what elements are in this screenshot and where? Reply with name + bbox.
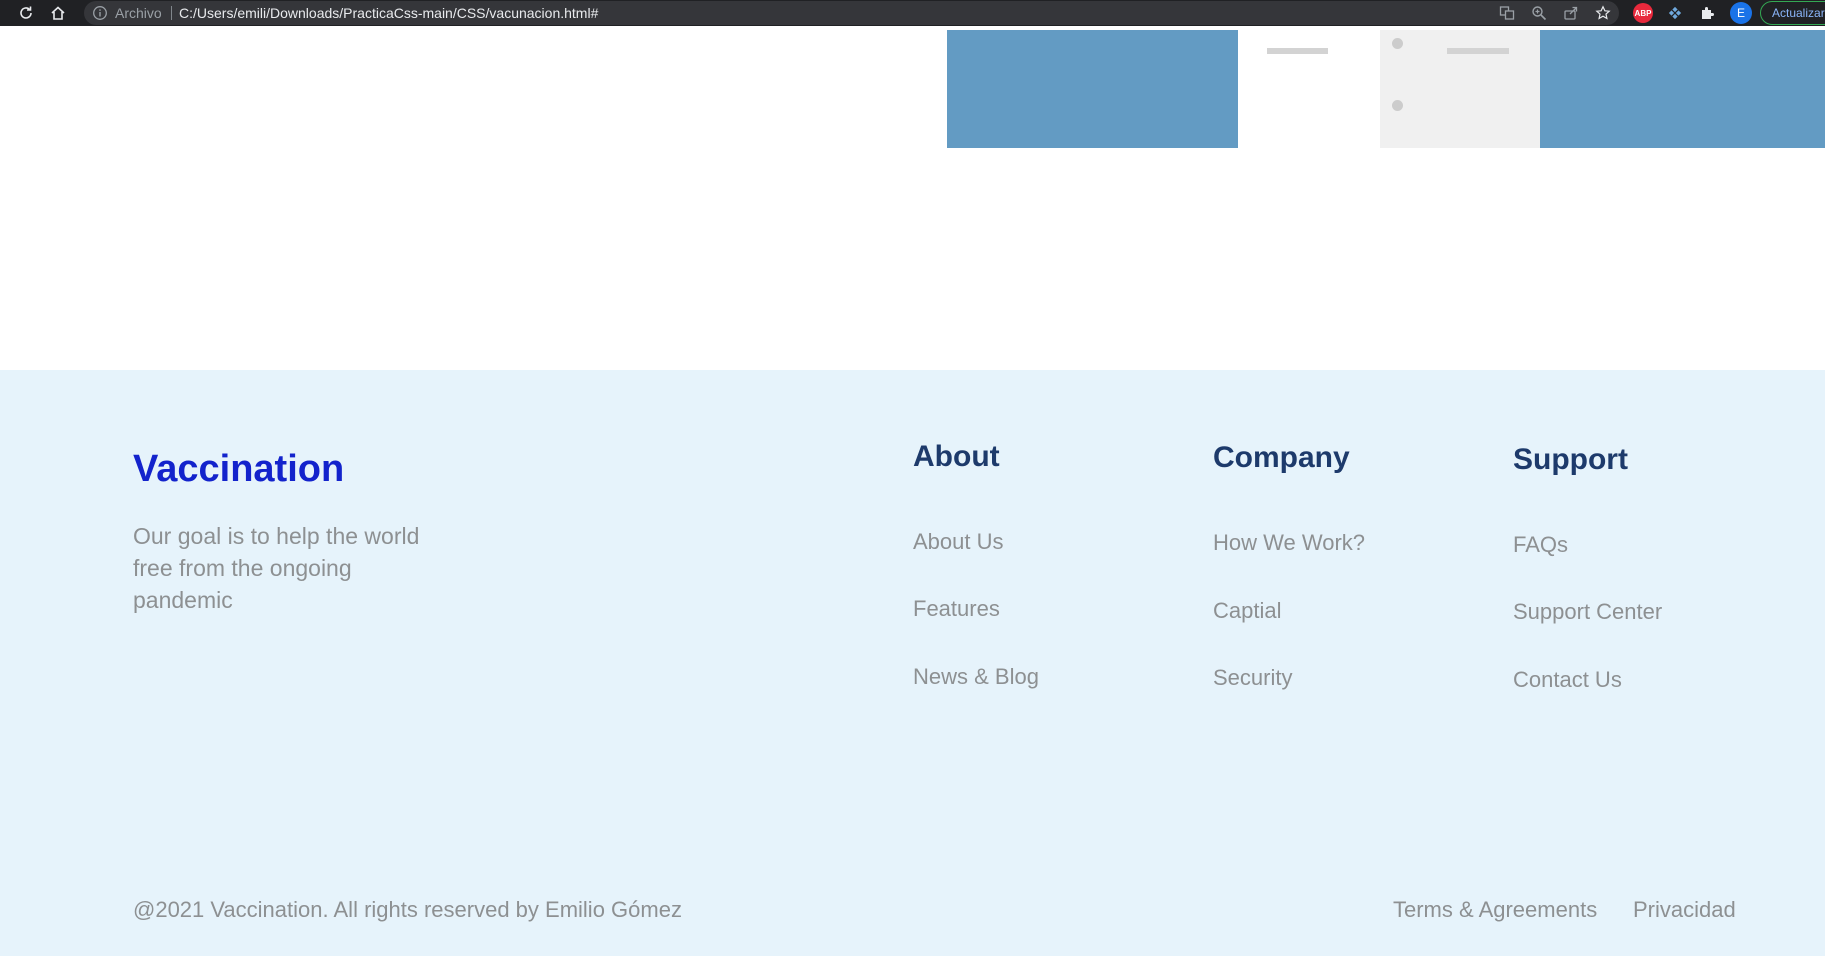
site-info-icon[interactable] (92, 5, 108, 21)
illustration-text-line (1447, 48, 1509, 54)
footer-heading-support: Support (1513, 443, 1628, 476)
footer-link-captial[interactable]: Captial (1213, 598, 1281, 624)
scheme-label: Archivo (115, 5, 162, 21)
update-button[interactable]: Actualizar (1760, 1, 1825, 25)
share-icon[interactable] (1562, 4, 1580, 22)
footer-link-security[interactable]: Security (1213, 665, 1292, 691)
footer-heading-company: Company (1213, 441, 1350, 474)
adblock-extension-icon[interactable]: ABP (1633, 3, 1653, 23)
url-text[interactable]: C:/Users/emili/Downloads/PracticaCss-mai… (179, 4, 598, 22)
reload-icon[interactable] (14, 2, 38, 24)
omnibox-divider (171, 6, 172, 20)
footer-link-how-we-work[interactable]: How We Work? (1213, 530, 1365, 556)
extensions-puzzle-icon[interactable] (1697, 3, 1717, 23)
footer-link-faqs[interactable]: FAQs (1513, 532, 1568, 558)
footer-link-support-center[interactable]: Support Center (1513, 599, 1662, 625)
illustration-blue-panel-left (947, 30, 1238, 148)
footer-heading-about: About (913, 440, 1000, 473)
page: Archivo C:/Users/emili/Downloads/Practic… (0, 0, 1825, 956)
footer-tagline: Our goal is to help the world free from … (133, 523, 420, 613)
bookmark-star-icon[interactable] (1594, 4, 1612, 22)
illustration-text-line (1267, 48, 1328, 54)
footer-link-contact-us[interactable]: Contact Us (1513, 667, 1622, 693)
home-icon[interactable] (46, 2, 70, 24)
illustration-dot (1392, 100, 1403, 111)
translate-icon[interactable] (1498, 4, 1516, 22)
profile-avatar[interactable]: E (1730, 2, 1752, 24)
footer-link-about-us[interactable]: About Us (913, 529, 1004, 555)
footer-brand[interactable]: Vaccination (133, 448, 344, 491)
zoom-icon[interactable] (1530, 4, 1548, 22)
footer-copyright: @2021 Vaccination. All rights reserved b… (133, 897, 682, 922)
browser-toolbar: Archivo C:/Users/emili/Downloads/Practic… (0, 0, 1825, 26)
illustration-blue-panel-right (1540, 30, 1825, 148)
footer-link-news-blog[interactable]: News & Blog (913, 664, 1039, 690)
footer-link-terms[interactable]: Terms & Agreements (1393, 897, 1597, 923)
hero-illustration-fragment (947, 30, 1825, 148)
footer-link-privacy[interactable]: Privacidad (1633, 897, 1736, 923)
illustration-dot (1392, 38, 1403, 49)
footer-link-features[interactable]: Features (913, 596, 1000, 622)
puzzle-tool-extension-icon[interactable] (1665, 3, 1685, 23)
